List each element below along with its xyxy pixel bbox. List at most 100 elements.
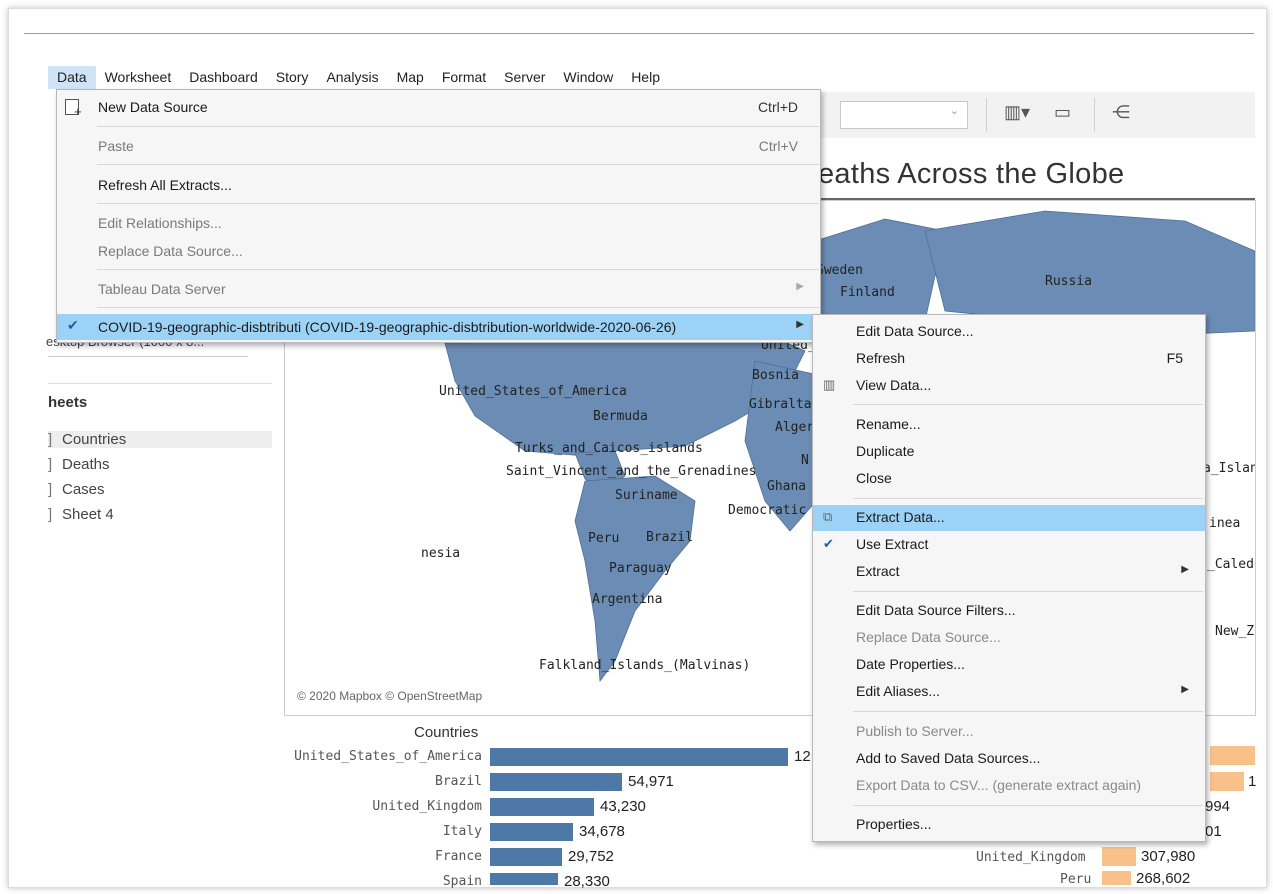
new-data-source-item[interactable]: New Data Source Ctrl+D <box>57 94 820 120</box>
bar[interactable] <box>490 848 562 866</box>
dashboard-title: eaths Across the Globe <box>818 158 1125 190</box>
menu-worksheet[interactable]: Worksheet <box>96 66 181 89</box>
bar-category-label: United_States_of_America <box>294 749 482 764</box>
menu-separator <box>97 164 819 165</box>
item-label: Extract Data... <box>856 509 945 525</box>
menu-analysis[interactable]: Analysis <box>317 66 387 89</box>
covid-data-source-item[interactable]: ✔ COVID-19-geographic-disbtributi (COVID… <box>57 314 820 340</box>
bar[interactable] <box>490 798 594 816</box>
fit-dropdown[interactable] <box>840 101 968 129</box>
date-properties-item[interactable]: Date Properties... <box>813 652 1205 678</box>
view-data-item[interactable]: ▥ View Data... <box>813 373 1205 399</box>
bar[interactable] <box>490 823 573 841</box>
bar-row[interactable]: France 29,752 <box>284 846 824 868</box>
edit-data-source-item[interactable]: Edit Data Source... <box>813 319 1205 345</box>
cases-category: Peru <box>1060 872 1092 887</box>
refresh-item[interactable]: Refresh F5 <box>813 346 1205 372</box>
menu-separator <box>853 591 1203 592</box>
menu-data[interactable]: Data <box>48 65 96 89</box>
menu-server[interactable]: Server <box>495 66 554 89</box>
presentation-icon[interactable]: ▭ <box>1054 102 1071 123</box>
top-divider <box>24 33 1254 34</box>
bar-category-label: Italy <box>442 824 482 839</box>
map-attribution: © 2020 Mapbox © OpenStreetMap <box>297 689 483 703</box>
item-label: Add to Saved Data Sources... <box>856 750 1041 766</box>
new-data-source-icon <box>65 99 82 119</box>
map-label: Democratic <box>728 503 807 518</box>
properties-item[interactable]: Properties... <box>813 812 1205 838</box>
bar-row[interactable]: Italy 34,678 <box>284 821 824 843</box>
cases-value: 307,980 <box>1141 848 1196 865</box>
edit-filters-item[interactable]: Edit Data Source Filters... <box>813 598 1205 624</box>
menu-separator <box>97 269 819 270</box>
left-divider <box>48 383 272 384</box>
cases-bar <box>1102 871 1131 885</box>
map-label: Alger <box>775 420 815 435</box>
export-csv-item[interactable]: Export Data to CSV... (generate extract … <box>813 773 1205 799</box>
use-extract-item[interactable]: ✔ Use Extract <box>813 532 1205 558</box>
sheet-item-countries[interactable]: ] Countries <box>48 431 272 448</box>
menu-dashboard[interactable]: Dashboard <box>180 66 267 89</box>
bar[interactable] <box>490 873 558 885</box>
item-label: Edit Relationships... <box>98 215 222 231</box>
menu-story[interactable]: Story <box>267 66 318 89</box>
extract-data-item[interactable]: ⧉ Extract Data... <box>813 505 1205 531</box>
map-label: N <box>801 453 809 468</box>
cases-bar <box>1210 746 1255 765</box>
submenu-arrow-icon: ▶ <box>1181 684 1189 695</box>
duplicate-item[interactable]: Duplicate <box>813 439 1205 465</box>
replace-source-item[interactable]: Replace Data Source... <box>813 625 1205 651</box>
replace-data-source-item[interactable]: Replace Data Source... <box>57 238 820 264</box>
bar-value-label: 12 <box>794 748 811 765</box>
bar-value-label: 29,752 <box>568 848 614 865</box>
sheet-item-sheet4[interactable]: ] Sheet 4 <box>48 506 114 523</box>
menu-map[interactable]: Map <box>388 66 433 89</box>
bar-row[interactable]: United_States_of_America 12 <box>284 746 824 768</box>
show-me-icon[interactable]: ▥▾ <box>1004 102 1030 123</box>
bar[interactable] <box>490 773 622 791</box>
item-label: Edit Aliases... <box>856 683 941 699</box>
rename-item[interactable]: Rename... <box>813 412 1205 438</box>
add-saved-item[interactable]: Add to Saved Data Sources... <box>813 746 1205 772</box>
tableau-data-server-item[interactable]: Tableau Data Server ▶ <box>57 276 820 302</box>
map-label: inea <box>1209 516 1241 531</box>
edit-relationships-item[interactable]: Edit Relationships... <box>57 210 820 236</box>
menu-separator <box>853 404 1203 405</box>
sheet-item-deaths[interactable]: ] Deaths <box>48 456 110 473</box>
bar-row[interactable]: Spain 28,330 <box>284 871 824 893</box>
bar-row[interactable]: United_Kingdom 43,230 <box>284 796 824 818</box>
sheet-icon: ] <box>48 506 53 523</box>
shortcut: Ctrl+V <box>758 138 798 154</box>
paste-item[interactable]: Paste Ctrl+V <box>57 133 820 159</box>
toolbar: ▥▾ ▭ ⋲ <box>820 92 1255 138</box>
sheet-icon: ] <box>48 456 53 473</box>
share-icon[interactable]: ⋲ <box>1112 102 1130 123</box>
menu-help[interactable]: Help <box>622 66 669 89</box>
map-label: _Caledo <box>1207 557 1255 572</box>
menu-format[interactable]: Format <box>433 66 495 89</box>
item-label: Duplicate <box>856 443 915 459</box>
extract-icon: ⧉ <box>823 509 833 524</box>
refresh-all-extracts-item[interactable]: Refresh All Extracts... <box>57 172 820 198</box>
bar-row[interactable]: Brazil 54,971 <box>284 771 824 793</box>
publish-item[interactable]: Publish to Server... <box>813 719 1205 745</box>
edit-aliases-item[interactable]: Edit Aliases... ▶ <box>813 679 1205 705</box>
map-label: Suriname <box>615 488 678 503</box>
submenu-arrow-icon: ▶ <box>1181 564 1189 575</box>
item-label: Close <box>856 470 892 486</box>
bar[interactable] <box>490 748 788 766</box>
item-label: Use Extract <box>856 536 929 552</box>
data-menu: New Data Source Ctrl+D Paste Ctrl+V Refr… <box>56 89 821 343</box>
sheet-item-cases[interactable]: ] Cases <box>48 481 105 498</box>
item-label: Refresh All Extracts... <box>98 177 232 193</box>
item-label: COVID-19-geographic-disbtributi (COVID-1… <box>98 319 677 335</box>
item-label: Export Data to CSV... (generate extract … <box>856 777 1142 793</box>
extract-item[interactable]: Extract ▶ <box>813 559 1205 585</box>
sheet-icon: ] <box>48 431 53 448</box>
close-item[interactable]: Close <box>813 466 1205 492</box>
menu-window[interactable]: Window <box>554 66 622 89</box>
item-label: Paste <box>98 138 134 154</box>
map-label: nesia <box>421 546 461 561</box>
item-label: Edit Data Source... <box>856 323 974 339</box>
map-label: Peru <box>588 531 620 546</box>
